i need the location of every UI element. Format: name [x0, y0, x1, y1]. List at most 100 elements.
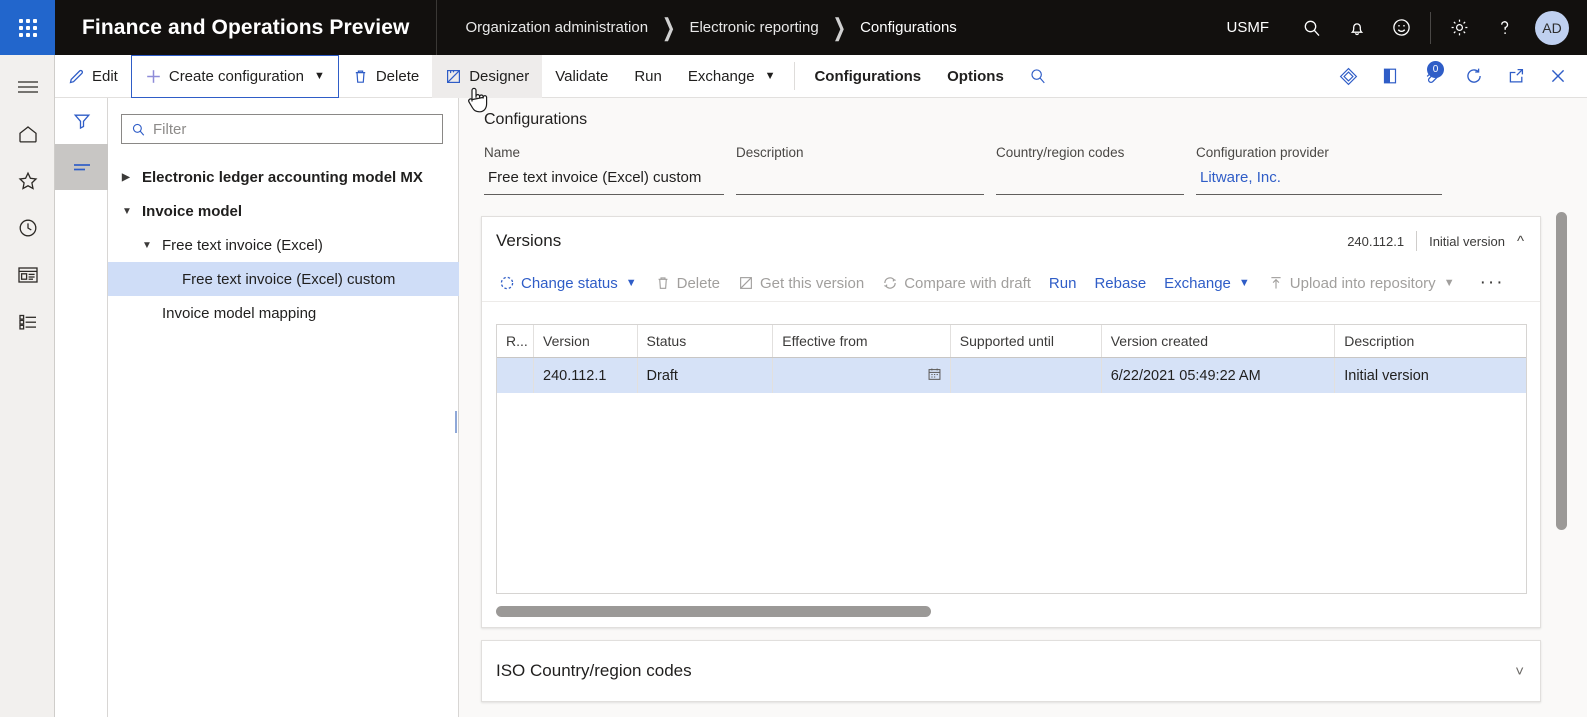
tree-node-electronic-ledger-accounting-model-mx[interactable]: ▶ Electronic ledger accounting model MX	[108, 160, 459, 194]
table-row[interactable]: 240.112.1 Draft 6/22/2021 05:49:22 AM In…	[497, 358, 1526, 393]
column-header-version-created[interactable]: Version created	[1102, 325, 1336, 357]
get-this-version-button[interactable]: Get this version	[729, 266, 873, 300]
version-exchange-button[interactable]: Exchange ▼	[1155, 266, 1259, 300]
run-button[interactable]: Run	[621, 55, 675, 98]
column-header-version[interactable]: Version	[534, 325, 638, 357]
filter-input[interactable]: Filter	[121, 114, 443, 144]
column-header-status[interactable]: Status	[638, 325, 774, 357]
refresh-icon[interactable]	[1453, 55, 1495, 98]
column-header-r[interactable]: R...	[497, 325, 535, 357]
cell-version-created[interactable]: 6/22/2021 05:49:22 AM	[1102, 358, 1336, 393]
create-configuration-button[interactable]: Create configuration ▼	[130, 54, 339, 98]
modules-list-icon[interactable]	[0, 298, 55, 345]
version-exchange-label: Exchange	[1164, 274, 1231, 292]
versions-card-header[interactable]: Versions 240.112.1 Initial version ^	[482, 217, 1540, 265]
open-in-new-window-icon[interactable]	[1495, 55, 1537, 98]
tree-node-invoice-model[interactable]: ▼ Invoice model	[108, 194, 459, 228]
column-header-supported-until[interactable]: Supported until	[951, 325, 1102, 357]
search-icon[interactable]	[1289, 0, 1334, 55]
compare-with-draft-button[interactable]: Compare with draft	[873, 266, 1040, 300]
iso-card-header[interactable]: ISO Country/region codes ˅	[482, 641, 1540, 701]
breadcrumb-item-2[interactable]: Configurations	[860, 19, 957, 36]
configuration-fields: Name Free text invoice (Excel) custom De…	[484, 145, 1484, 195]
chevron-down-icon: ▼	[1238, 277, 1250, 289]
tab-configurations[interactable]: Configurations	[801, 55, 934, 98]
content-vertical-scrollbar[interactable]	[1556, 212, 1567, 630]
rebase-button[interactable]: Rebase	[1085, 266, 1155, 300]
app-launcher-button[interactable]	[0, 0, 55, 55]
version-delete-button[interactable]: Delete	[646, 266, 729, 300]
versions-action-bar: Change status ▼ Delete Get this version	[482, 265, 1540, 302]
hamburger-menu-icon[interactable]	[0, 63, 55, 110]
chevron-down-icon[interactable]: ▼	[142, 240, 162, 251]
home-icon[interactable]	[0, 110, 55, 157]
cell-effective-from[interactable]	[773, 358, 951, 393]
iso-title: ISO Country/region codes	[496, 661, 692, 680]
feedback-smiley-icon[interactable]	[1379, 0, 1424, 55]
chevron-down-icon: ▼	[1443, 277, 1455, 289]
calendar-icon[interactable]	[927, 366, 942, 385]
field-country-region-codes-label: Country/region codes	[996, 145, 1125, 160]
personalize-diamond-icon[interactable]	[1327, 55, 1369, 98]
company-selector[interactable]: USMF	[1227, 19, 1270, 36]
tree-node-label: Invoice model mapping	[162, 304, 317, 322]
cell-status[interactable]: Draft	[638, 358, 774, 393]
configuration-tree: ▶ Electronic ledger accounting model MX …	[108, 160, 459, 330]
close-icon[interactable]	[1537, 55, 1579, 98]
search-icon[interactable]	[1017, 55, 1059, 98]
tree-node-label: Electronic ledger accounting model MX	[142, 168, 423, 186]
cell-supported-until[interactable]	[951, 358, 1102, 393]
summary-divider	[1416, 231, 1418, 251]
compare-with-draft-label: Compare with draft	[904, 274, 1031, 292]
exchange-menu-button[interactable]: Exchange ▼	[675, 55, 789, 98]
column-header-effective-from[interactable]: Effective from	[773, 325, 951, 357]
versions-grid-horizontal-scrollbar[interactable]	[496, 606, 1527, 617]
chevron-up-icon[interactable]: ^	[1517, 233, 1524, 250]
version-run-button[interactable]: Run	[1040, 266, 1086, 300]
filter-icon[interactable]	[55, 98, 108, 144]
field-description-value[interactable]	[736, 169, 984, 195]
cell-r[interactable]	[497, 358, 535, 393]
tab-options[interactable]: Options	[934, 55, 1017, 98]
field-configuration-provider-value[interactable]: Litware, Inc.	[1196, 169, 1442, 195]
cell-description[interactable]: Initial version	[1335, 358, 1526, 393]
chevron-down-icon[interactable]: ▼	[122, 206, 142, 217]
sort-lines-icon[interactable]	[55, 144, 108, 190]
delete-button[interactable]: Delete	[339, 55, 432, 98]
workspaces-icon[interactable]	[0, 251, 55, 298]
favorites-star-icon[interactable]	[0, 157, 55, 204]
settings-gear-icon[interactable]	[1437, 0, 1482, 55]
field-country-region-codes-value[interactable]	[996, 169, 1184, 195]
command-bar-divider	[794, 62, 796, 90]
run-label: Run	[634, 67, 662, 85]
validate-button[interactable]: Validate	[542, 55, 621, 98]
navigation-rail	[0, 55, 55, 717]
chevron-down-icon[interactable]: ˅	[1515, 663, 1524, 680]
breadcrumb-item-1[interactable]: Electronic reporting	[689, 19, 818, 36]
recent-clock-icon[interactable]	[0, 204, 55, 251]
chevron-right-icon[interactable]: ▶	[122, 172, 142, 183]
help-question-icon[interactable]	[1482, 0, 1527, 55]
field-configuration-provider: Configuration provider Litware, Inc.	[1196, 145, 1442, 195]
change-status-button[interactable]: Change status ▼	[490, 266, 646, 300]
field-name-value[interactable]: Free text invoice (Excel) custom	[484, 169, 724, 195]
upload-into-repository-button[interactable]: Upload into repository ▼	[1259, 266, 1464, 300]
versions-summary-description: Initial version	[1429, 233, 1505, 249]
notification-bell-icon[interactable]	[1334, 0, 1379, 55]
avatar[interactable]: AD	[1535, 10, 1569, 45]
attachments-icon[interactable]: 0	[1411, 55, 1453, 98]
breadcrumb-item-0[interactable]: Organization administration	[465, 19, 648, 36]
versions-overflow-button[interactable]: ···	[1468, 272, 1517, 294]
exchange-label: Exchange	[687, 67, 755, 85]
upload-icon	[1271, 277, 1281, 289]
tree-node-free-text-invoice-excel-custom[interactable]: ▶ Free text invoice (Excel) custom	[108, 262, 459, 296]
tree-node-free-text-invoice-excel[interactable]: ▼ Free text invoice (Excel)	[108, 228, 459, 262]
fact-box-pane-icon[interactable]	[1369, 55, 1411, 98]
edit-button[interactable]: Edit	[55, 55, 131, 98]
tree-node-invoice-model-mapping[interactable]: ▶ Invoice model mapping	[108, 296, 459, 330]
column-header-description[interactable]: Description	[1335, 325, 1526, 357]
cell-version[interactable]: 240.112.1	[534, 358, 638, 393]
breadcrumb: Organization administration ❯ Electronic…	[437, 16, 957, 42]
filter-placeholder: Filter	[153, 120, 187, 138]
upload-into-repository-label: Upload into repository	[1289, 274, 1436, 292]
